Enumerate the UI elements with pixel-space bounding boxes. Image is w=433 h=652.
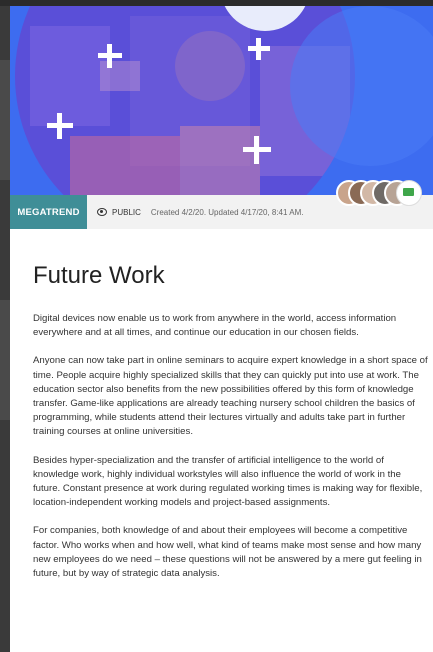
collaborator-avatars[interactable] [336, 180, 422, 210]
backdrop-fragment [0, 60, 10, 180]
backdrop-fragment [0, 300, 10, 420]
timestamp-text: Created 4/2/20. Updated 4/17/20, 8:41 AM… [150, 207, 304, 217]
eye-icon [97, 208, 107, 216]
backdrop-left [0, 0, 10, 652]
visibility-indicator: PUBLIC [97, 208, 141, 217]
article-content: Future Work Digital devices now enable u… [33, 236, 428, 581]
hero-illustration [10, 6, 433, 195]
chat-bubble-icon[interactable] [396, 180, 422, 206]
article-paragraph: Besides hyper-specialization and the tra… [33, 454, 423, 509]
category-badge: MEGATREND [10, 195, 87, 229]
page-title: Future Work [33, 262, 165, 289]
hero-image [10, 6, 433, 195]
article-paragraph: Anyone can now take part in online semin… [33, 355, 428, 438]
article-paragraph: Digital devices now enable us to work fr… [33, 313, 397, 339]
article-paragraph: For companies, both knowledge of and abo… [33, 525, 422, 580]
visibility-label: PUBLIC [112, 207, 141, 217]
trend-detail-modal: MEGATREND PUBLIC Created 4/2/20. Updated… [10, 6, 433, 652]
